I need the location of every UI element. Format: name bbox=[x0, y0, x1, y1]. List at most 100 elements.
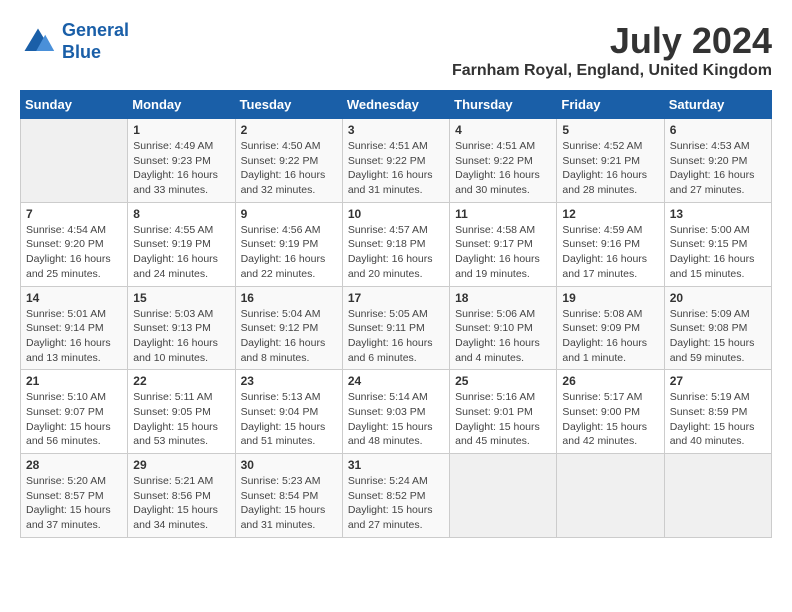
day-number: 19 bbox=[562, 291, 658, 305]
day-number: 7 bbox=[26, 207, 122, 221]
logo-line1: General bbox=[62, 20, 129, 40]
day-number: 9 bbox=[241, 207, 337, 221]
day-number: 14 bbox=[26, 291, 122, 305]
calendar-cell: 12 Sunrise: 4:59 AM Sunset: 9:16 PM Dayli… bbox=[557, 202, 664, 286]
day-info: Sunrise: 4:55 AM Sunset: 9:19 PM Dayligh… bbox=[133, 223, 229, 282]
calendar-cell: 22 Sunrise: 5:11 AM Sunset: 9:05 PM Dayli… bbox=[128, 370, 235, 454]
day-number: 31 bbox=[348, 458, 444, 472]
day-info: Sunrise: 5:05 AM Sunset: 9:11 PM Dayligh… bbox=[348, 307, 444, 366]
logo: General Blue bbox=[20, 20, 129, 63]
calendar-cell: 21 Sunrise: 5:10 AM Sunset: 9:07 PM Dayli… bbox=[21, 370, 128, 454]
calendar-cell: 11 Sunrise: 4:58 AM Sunset: 9:17 PM Dayli… bbox=[450, 202, 557, 286]
calendar-cell: 24Sunrise: 5:14 AM Sunset: 9:03 PM Dayli… bbox=[342, 370, 449, 454]
day-info: Sunrise: 5:04 AM Sunset: 9:12 PM Dayligh… bbox=[241, 307, 337, 366]
day-number: 15 bbox=[133, 291, 229, 305]
calendar-cell: 9Sunrise: 4:56 AM Sunset: 9:19 PM Daylig… bbox=[235, 202, 342, 286]
calendar-cell: 27Sunrise: 5:19 AM Sunset: 8:59 PM Dayli… bbox=[664, 370, 771, 454]
day-info: Sunrise: 4:51 AM Sunset: 9:22 PM Dayligh… bbox=[455, 139, 551, 198]
calendar-cell bbox=[450, 454, 557, 538]
calendar-cell: 16 Sunrise: 5:04 AM Sunset: 9:12 PM Dayli… bbox=[235, 286, 342, 370]
day-info: Sunrise: 5:11 AM Sunset: 9:05 PM Dayligh… bbox=[133, 390, 229, 449]
day-info: Sunrise: 5:08 AM Sunset: 9:09 PM Dayligh… bbox=[562, 307, 658, 366]
day-info: Sunrise: 5:21 AM Sunset: 8:56 PM Dayligh… bbox=[133, 474, 229, 533]
weekday-header-friday: Friday bbox=[557, 91, 664, 119]
calendar-cell: 18 Sunrise: 5:06 AM Sunset: 9:10 PM Dayli… bbox=[450, 286, 557, 370]
day-number: 8 bbox=[133, 207, 229, 221]
calendar-cell: 17 Sunrise: 5:05 AM Sunset: 9:11 PM Dayli… bbox=[342, 286, 449, 370]
calendar-cell: 8 Sunrise: 4:55 AM Sunset: 9:19 PM Daylig… bbox=[128, 202, 235, 286]
calendar-cell: 1Sunrise: 4:49 AM Sunset: 9:23 PM Daylig… bbox=[128, 119, 235, 203]
logo-icon bbox=[20, 24, 56, 60]
calendar-cell: 10 Sunrise: 4:57 AM Sunset: 9:18 PM Dayli… bbox=[342, 202, 449, 286]
day-info: Sunrise: 5:01 AM Sunset: 9:14 PM Dayligh… bbox=[26, 307, 122, 366]
day-info: Sunrise: 4:54 AM Sunset: 9:20 PM Dayligh… bbox=[26, 223, 122, 282]
day-info: Sunrise: 4:52 AM Sunset: 9:21 PM Dayligh… bbox=[562, 139, 658, 198]
calendar-cell: 14 Sunrise: 5:01 AM Sunset: 9:14 PM Dayli… bbox=[21, 286, 128, 370]
weekday-header-thursday: Thursday bbox=[450, 91, 557, 119]
day-number: 5 bbox=[562, 123, 658, 137]
day-info: Sunrise: 5:13 AM Sunset: 9:04 PM Dayligh… bbox=[241, 390, 337, 449]
day-number: 25 bbox=[455, 374, 551, 388]
calendar-cell: 19 Sunrise: 5:08 AM Sunset: 9:09 PM Dayli… bbox=[557, 286, 664, 370]
calendar-cell: 6 Sunrise: 4:53 AM Sunset: 9:20 PM Daylig… bbox=[664, 119, 771, 203]
day-number: 2 bbox=[241, 123, 337, 137]
weekday-header-sunday: Sunday bbox=[21, 91, 128, 119]
day-number: 26 bbox=[562, 374, 658, 388]
calendar-cell: 26 Sunrise: 5:17 AM Sunset: 9:00 PM Dayli… bbox=[557, 370, 664, 454]
calendar-cell: 30Sunrise: 5:23 AM Sunset: 8:54 PM Dayli… bbox=[235, 454, 342, 538]
logo-line2: Blue bbox=[62, 42, 101, 62]
day-info: Sunrise: 4:59 AM Sunset: 9:16 PM Dayligh… bbox=[562, 223, 658, 282]
weekday-header-row: SundayMondayTuesdayWednesdayThursdayFrid… bbox=[21, 91, 772, 119]
day-info: Sunrise: 5:20 AM Sunset: 8:57 PM Dayligh… bbox=[26, 474, 122, 533]
day-info: Sunrise: 4:53 AM Sunset: 9:20 PM Dayligh… bbox=[670, 139, 766, 198]
week-row-1: 1Sunrise: 4:49 AM Sunset: 9:23 PM Daylig… bbox=[21, 119, 772, 203]
location-title: Farnham Royal, England, United Kingdom bbox=[452, 62, 772, 80]
calendar-cell: 31 Sunrise: 5:24 AM Sunset: 8:52 PM Dayli… bbox=[342, 454, 449, 538]
day-info: Sunrise: 5:17 AM Sunset: 9:00 PM Dayligh… bbox=[562, 390, 658, 449]
calendar-cell: 28 Sunrise: 5:20 AM Sunset: 8:57 PM Dayli… bbox=[21, 454, 128, 538]
day-number: 12 bbox=[562, 207, 658, 221]
day-number: 21 bbox=[26, 374, 122, 388]
day-number: 16 bbox=[241, 291, 337, 305]
day-info: Sunrise: 5:09 AM Sunset: 9:08 PM Dayligh… bbox=[670, 307, 766, 366]
day-info: Sunrise: 5:10 AM Sunset: 9:07 PM Dayligh… bbox=[26, 390, 122, 449]
day-number: 18 bbox=[455, 291, 551, 305]
week-row-3: 14 Sunrise: 5:01 AM Sunset: 9:14 PM Dayli… bbox=[21, 286, 772, 370]
calendar-cell bbox=[21, 119, 128, 203]
title-area: July 2024 Farnham Royal, England, United… bbox=[452, 20, 772, 80]
day-number: 23 bbox=[241, 374, 337, 388]
calendar-cell: 23 Sunrise: 5:13 AM Sunset: 9:04 PM Dayli… bbox=[235, 370, 342, 454]
day-number: 10 bbox=[348, 207, 444, 221]
day-info: Sunrise: 5:24 AM Sunset: 8:52 PM Dayligh… bbox=[348, 474, 444, 533]
day-info: Sunrise: 4:58 AM Sunset: 9:17 PM Dayligh… bbox=[455, 223, 551, 282]
day-number: 28 bbox=[26, 458, 122, 472]
day-number: 13 bbox=[670, 207, 766, 221]
day-info: Sunrise: 4:57 AM Sunset: 9:18 PM Dayligh… bbox=[348, 223, 444, 282]
calendar-cell bbox=[557, 454, 664, 538]
calendar-cell: 25Sunrise: 5:16 AM Sunset: 9:01 PM Dayli… bbox=[450, 370, 557, 454]
logo-text: General Blue bbox=[62, 20, 129, 63]
calendar-cell: 29Sunrise: 5:21 AM Sunset: 8:56 PM Dayli… bbox=[128, 454, 235, 538]
day-number: 30 bbox=[241, 458, 337, 472]
day-number: 20 bbox=[670, 291, 766, 305]
day-info: Sunrise: 5:00 AM Sunset: 9:15 PM Dayligh… bbox=[670, 223, 766, 282]
calendar-cell: 20 Sunrise: 5:09 AM Sunset: 9:08 PM Dayli… bbox=[664, 286, 771, 370]
week-row-5: 28 Sunrise: 5:20 AM Sunset: 8:57 PM Dayli… bbox=[21, 454, 772, 538]
calendar-cell: 13 Sunrise: 5:00 AM Sunset: 9:15 PM Dayli… bbox=[664, 202, 771, 286]
day-number: 6 bbox=[670, 123, 766, 137]
weekday-header-tuesday: Tuesday bbox=[235, 91, 342, 119]
day-info: Sunrise: 4:49 AM Sunset: 9:23 PM Dayligh… bbox=[133, 139, 229, 198]
calendar-cell: 2 Sunrise: 4:50 AM Sunset: 9:22 PM Daylig… bbox=[235, 119, 342, 203]
header: General Blue July 2024 Farnham Royal, En… bbox=[20, 20, 772, 80]
day-number: 27 bbox=[670, 374, 766, 388]
day-number: 11 bbox=[455, 207, 551, 221]
day-number: 22 bbox=[133, 374, 229, 388]
day-info: Sunrise: 4:51 AM Sunset: 9:22 PM Dayligh… bbox=[348, 139, 444, 198]
day-info: Sunrise: 4:50 AM Sunset: 9:22 PM Dayligh… bbox=[241, 139, 337, 198]
week-row-2: 7 Sunrise: 4:54 AM Sunset: 9:20 PM Daylig… bbox=[21, 202, 772, 286]
day-number: 24 bbox=[348, 374, 444, 388]
day-number: 17 bbox=[348, 291, 444, 305]
day-number: 4 bbox=[455, 123, 551, 137]
calendar-cell: 5 Sunrise: 4:52 AM Sunset: 9:21 PM Daylig… bbox=[557, 119, 664, 203]
day-info: Sunrise: 5:06 AM Sunset: 9:10 PM Dayligh… bbox=[455, 307, 551, 366]
